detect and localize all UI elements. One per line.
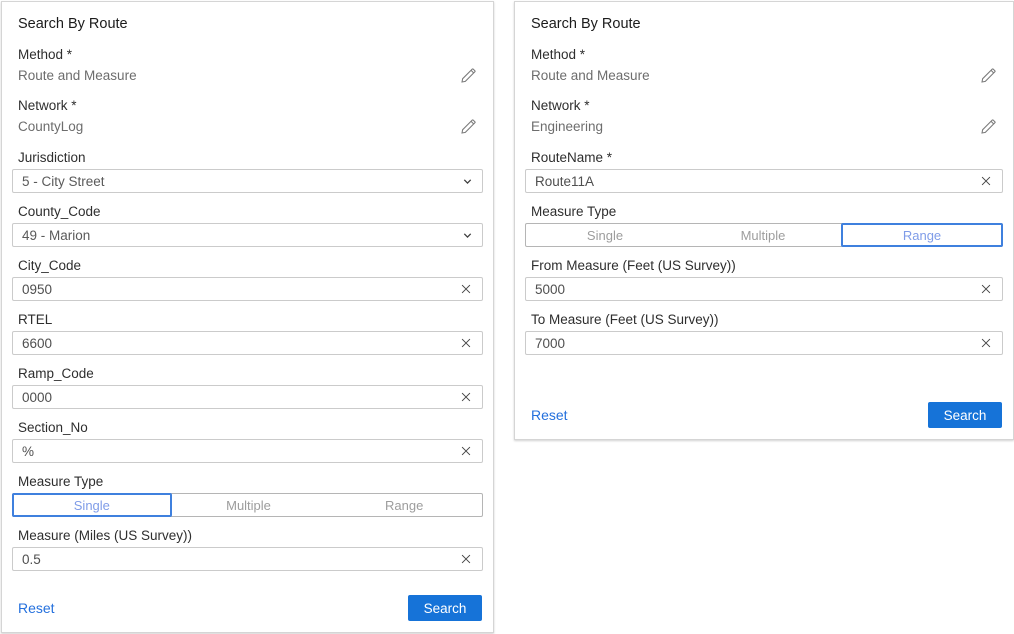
from-measure-input[interactable] [535,282,979,297]
clear-x-icon[interactable] [979,282,993,296]
jurisdiction-selected-value: 5 - City Street [22,174,462,189]
measure-type-label: Measure Type [18,473,477,490]
edit-pencil-icon[interactable] [980,67,997,84]
to-measure-field [525,331,1003,355]
panel-footer: Reset Search [525,402,1002,428]
measure-type-segmented: Single Multiple Range [525,223,1003,247]
ramp-code-label: Ramp_Code [18,365,477,382]
measure-input[interactable] [22,552,459,567]
clear-x-icon[interactable] [459,336,473,350]
to-measure-label: To Measure (Feet (US Survey)) [531,311,997,328]
panel-title: Search By Route [531,15,997,33]
method-value: Route and Measure [18,68,137,83]
network-label: Network * [531,97,997,114]
route-name-input[interactable] [535,174,979,189]
measure-field [12,547,483,571]
search-button[interactable]: Search [928,402,1002,428]
route-name-field [525,169,1003,193]
county-code-select[interactable]: 49 - Marion [12,223,483,247]
clear-x-icon[interactable] [459,444,473,458]
search-button[interactable]: Search [408,595,482,621]
network-label: Network * [18,97,477,114]
segment-range[interactable]: Range [841,223,1003,247]
segment-multiple[interactable]: Multiple [684,224,842,246]
rtel-field [12,331,483,355]
search-by-route-panel-right: Search By Route Method * Route and Measu… [514,1,1014,440]
segment-single[interactable]: Single [12,493,172,517]
city-code-label: City_Code [18,257,477,274]
measure-type-segmented: Single Multiple Range [12,493,483,517]
reset-link[interactable]: Reset [531,407,568,423]
method-label: Method * [18,46,477,63]
network-value: Engineering [531,119,603,134]
city-code-field [12,277,483,301]
page-canvas: Search By Route Method * Route and Measu… [0,0,1014,634]
edit-pencil-icon[interactable] [460,67,477,84]
section-no-label: Section_No [18,419,477,436]
edit-pencil-icon[interactable] [460,118,477,135]
section-no-input[interactable] [22,444,459,459]
segment-range[interactable]: Range [326,494,482,516]
measure-type-label: Measure Type [531,203,997,220]
rtel-input[interactable] [22,336,459,351]
method-row: Route and Measure [18,67,477,84]
section-no-field [12,439,483,463]
chevron-down-icon [462,230,473,241]
county-code-label: County_Code [18,203,477,220]
ramp-code-input[interactable] [22,390,459,405]
ramp-code-field [12,385,483,409]
clear-x-icon[interactable] [459,552,473,566]
method-label: Method * [531,46,997,63]
segment-multiple[interactable]: Multiple [171,494,327,516]
reset-link[interactable]: Reset [18,600,55,616]
measure-label: Measure (Miles (US Survey)) [18,527,477,544]
rtel-label: RTEL [18,311,477,328]
method-row: Route and Measure [531,67,997,84]
edit-pencil-icon[interactable] [980,118,997,135]
from-measure-field [525,277,1003,301]
jurisdiction-select[interactable]: 5 - City Street [12,169,483,193]
clear-x-icon[interactable] [459,282,473,296]
chevron-down-icon [462,176,473,187]
jurisdiction-label: Jurisdiction [18,149,477,166]
clear-x-icon[interactable] [979,174,993,188]
network-row: CountyLog [18,118,477,135]
city-code-input[interactable] [22,282,459,297]
method-value: Route and Measure [531,68,650,83]
search-by-route-panel-left: Search By Route Method * Route and Measu… [1,1,494,633]
county-code-selected-value: 49 - Marion [22,228,462,243]
clear-x-icon[interactable] [459,390,473,404]
segment-single[interactable]: Single [526,224,684,246]
route-name-label: RouteName * [531,149,997,166]
to-measure-input[interactable] [535,336,979,351]
panel-title: Search By Route [18,15,477,33]
network-row: Engineering [531,118,997,135]
panel-footer: Reset Search [12,595,482,621]
clear-x-icon[interactable] [979,336,993,350]
from-measure-label: From Measure (Feet (US Survey)) [531,257,997,274]
network-value: CountyLog [18,119,83,134]
